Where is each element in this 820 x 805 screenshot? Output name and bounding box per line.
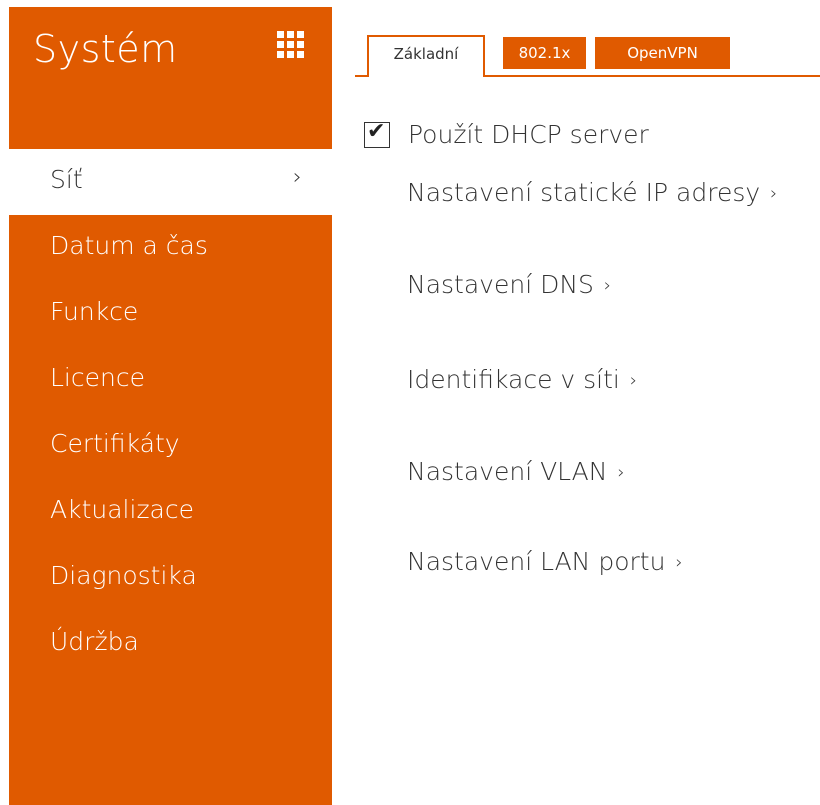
sidebar-item-label: Licence [50, 363, 145, 392]
link-label: Nastavení statické IP adresy [407, 178, 761, 207]
sidebar: Systém Síť › Datum a čas Funkce Licence … [9, 7, 332, 805]
sidebar-item-funkce[interactable]: Funkce [9, 281, 332, 347]
sidebar-nav: Síť › Datum a čas Funkce Licence Certifi… [9, 149, 332, 677]
network-identification-link[interactable]: Identifikace v síti › [407, 365, 637, 394]
vlan-settings-link[interactable]: Nastavení VLAN › [407, 457, 625, 486]
chevron-right-icon: › [675, 552, 683, 573]
sidebar-item-sit[interactable]: Síť › [9, 149, 332, 215]
dhcp-checkbox[interactable]: ✔ [364, 119, 390, 148]
chevron-right-icon: › [293, 165, 302, 190]
sidebar-item-label: Údržba [50, 627, 139, 656]
sidebar-item-certifikaty[interactable]: Certifikáty [9, 413, 332, 479]
sidebar-item-udrzba[interactable]: Údržba [9, 611, 332, 677]
tab-bar: Základní 802.1x OpenVPN [355, 31, 820, 77]
lan-port-settings-link[interactable]: Nastavení LAN portu › [407, 547, 683, 576]
link-label: Nastavení LAN portu [407, 547, 666, 576]
sidebar-item-label: Certifikáty [50, 429, 180, 458]
chevron-right-icon: › [603, 275, 612, 296]
sidebar-item-aktualizace[interactable]: Aktualizace [9, 479, 332, 545]
app-title: Systém [33, 27, 178, 71]
static-ip-settings-link[interactable]: Nastavení statické IP adresy › [407, 178, 777, 207]
tab-openvpn[interactable]: OpenVPN [595, 37, 730, 69]
sidebar-item-label: Funkce [50, 297, 139, 326]
link-label: Nastavení VLAN [407, 457, 608, 486]
chevron-right-icon: › [617, 462, 625, 483]
sidebar-item-label: Datum a čas [50, 231, 208, 260]
sidebar-item-label: Diagnostika [50, 561, 197, 590]
link-label: Identifikace v síti [407, 365, 620, 394]
sidebar-item-label: Síť [50, 165, 83, 194]
tab-zakladni[interactable]: Základní [367, 35, 485, 77]
chevron-right-icon: › [629, 370, 638, 391]
dns-settings-link[interactable]: Nastavení DNS › [407, 270, 611, 299]
link-label: Nastavení DNS [407, 270, 594, 299]
sidebar-item-licence[interactable]: Licence [9, 347, 332, 413]
tab-802-1x[interactable]: 802.1x [503, 37, 586, 69]
sidebar-item-label: Aktualizace [50, 495, 195, 524]
dhcp-label: Použít DHCP server [408, 120, 649, 149]
grid-menu-icon[interactable] [277, 31, 304, 58]
checkmark-icon: ✔ [367, 119, 386, 144]
sidebar-item-datum-a-cas[interactable]: Datum a čas [9, 215, 332, 281]
chevron-right-icon: › [770, 183, 778, 204]
sidebar-item-diagnostika[interactable]: Diagnostika [9, 545, 332, 611]
